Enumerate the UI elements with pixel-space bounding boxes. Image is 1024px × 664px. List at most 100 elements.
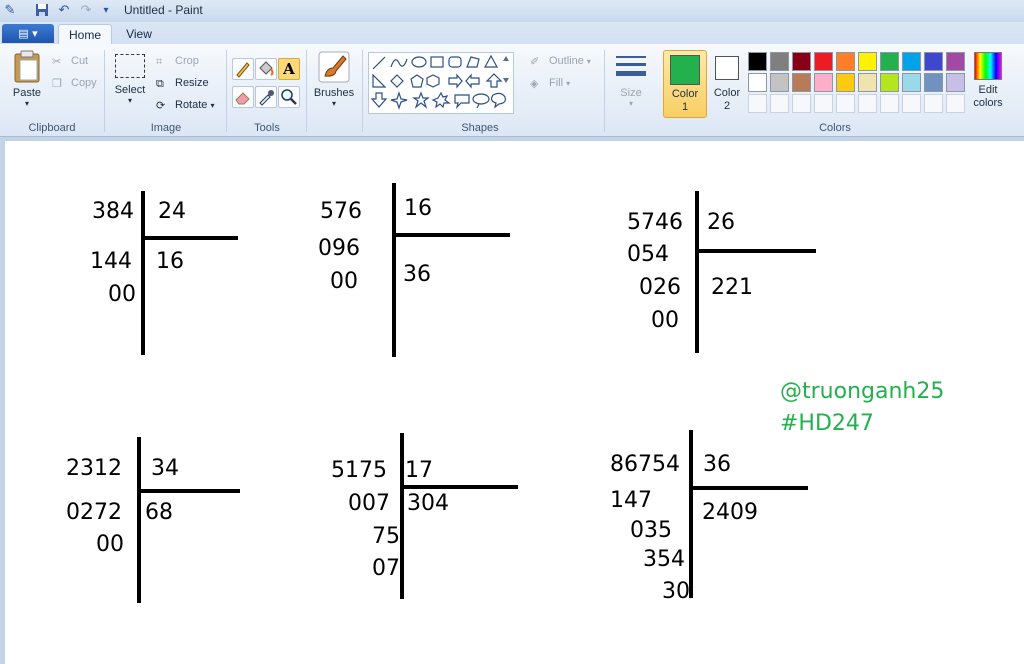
division-bar-horizontal (137, 489, 240, 493)
rotate-label: Rotate (175, 99, 208, 111)
text-tool[interactable]: A (278, 58, 300, 80)
resize-button[interactable]: ⧉ Resize (156, 74, 209, 92)
palette-color-swatch[interactable] (814, 73, 833, 92)
clipboard-group-label: Clipboard (28, 122, 76, 134)
palette-color-swatch[interactable] (792, 73, 811, 92)
tab-home[interactable]: Home (58, 24, 112, 45)
quotient: 221 (711, 275, 753, 300)
rotate-icon: ⟳ (156, 100, 166, 113)
palette-color-swatch[interactable] (858, 52, 877, 71)
ribbon: Paste ▾ ✂ Cut ❐ Copy Clipboard Select ▾ ⌗ C… (0, 44, 1024, 137)
color-picker-tool[interactable] (255, 86, 277, 108)
custom-color-slot[interactable] (902, 94, 921, 113)
crop-button[interactable]: ⌗ Crop (156, 52, 199, 70)
canvas-area: 384 24 144 00 16 576 16 096 00 36 5746 2… (0, 137, 1024, 664)
quotient: 304 (407, 491, 449, 516)
palette-color-swatch[interactable] (814, 52, 833, 71)
magnifier-tool[interactable] (278, 86, 300, 108)
paste-label: Paste (12, 87, 42, 99)
tab-view[interactable]: View (116, 24, 162, 44)
eraser-icon (235, 92, 250, 105)
palette-color-swatch[interactable] (880, 73, 899, 92)
remainder-step: 035 (630, 518, 672, 543)
division-bar-vertical (392, 183, 396, 357)
rotate-button[interactable]: ⟳ Rotate ▾ (156, 96, 215, 114)
remainder-step: 07 (372, 556, 400, 581)
palette-color-swatch[interactable] (902, 52, 921, 71)
palette-color-swatch[interactable] (748, 73, 767, 92)
custom-color-slot[interactable] (814, 94, 833, 113)
palette-color-swatch[interactable] (946, 52, 965, 71)
palette-color-swatch[interactable] (770, 52, 789, 71)
custom-color-slot[interactable] (770, 94, 789, 113)
copy-icon: ❐ (52, 78, 62, 91)
fill-button[interactable]: ◈ Fill ▾ (530, 74, 570, 92)
undo-icon[interactable]: ↶ (56, 3, 72, 19)
custom-color-slot[interactable] (946, 94, 965, 113)
outline-button[interactable]: ✐ Outline ▾ (530, 52, 591, 70)
palette-color-swatch[interactable] (836, 73, 855, 92)
brushes-dropdown-icon: ▾ (331, 99, 336, 108)
cut-button[interactable]: ✂ Cut (52, 52, 88, 70)
color2-button[interactable]: Color 2 (708, 50, 746, 116)
outline-dropdown-icon: ▾ (586, 57, 591, 66)
eraser-tool[interactable] (232, 86, 254, 108)
size-button[interactable]: Size ▾ (610, 50, 652, 114)
division-bar-horizontal (392, 233, 510, 237)
custom-color-slot[interactable] (858, 94, 877, 113)
customize-toolbar-icon[interactable]: ▾ (98, 3, 114, 19)
palette-color-swatch[interactable] (924, 52, 943, 71)
palette-color-swatch[interactable] (946, 73, 965, 92)
divisor: 17 (405, 458, 433, 483)
color1-button[interactable]: Color 1 (663, 50, 707, 118)
fill-tool[interactable] (255, 58, 277, 80)
palette-color-swatch[interactable] (748, 52, 767, 71)
dividend: 5175 (331, 458, 387, 483)
custom-color-slot[interactable] (792, 94, 811, 113)
save-icon[interactable] (34, 3, 50, 19)
eyedropper-icon (259, 90, 274, 106)
image-group: Select ▾ ⌗ Crop ⧉ Resize ⟳ Rotate ▾ Image (106, 44, 226, 136)
edit-colors-button[interactable]: Edit colors (968, 50, 1008, 116)
scissors-icon: ✂ (52, 56, 62, 69)
palette-color-swatch[interactable] (902, 73, 921, 92)
palette-color-swatch[interactable] (880, 52, 899, 71)
shapes-gallery[interactable] (368, 52, 514, 114)
division-bar-vertical (141, 191, 145, 355)
palette-color-swatch[interactable] (792, 52, 811, 71)
custom-color-slot[interactable] (748, 94, 767, 113)
custom-color-slot[interactable] (880, 94, 899, 113)
paste-icon (14, 50, 40, 83)
colors-group: Color 1 Color 2 Edit colors Colors (660, 44, 1024, 136)
copy-button[interactable]: ❐ Copy (52, 74, 97, 92)
paste-button[interactable]: Paste ▾ (6, 50, 48, 114)
custom-color-slot[interactable] (836, 94, 855, 113)
custom-color-slot[interactable] (924, 94, 943, 113)
division-bar-vertical (689, 430, 693, 598)
brushes-button[interactable]: Brushes ▾ (310, 50, 358, 116)
paint-menu-button[interactable]: ▤ ▾ (2, 24, 54, 43)
palette-color-swatch[interactable] (770, 73, 789, 92)
palette-color-swatch[interactable] (924, 73, 943, 92)
pencil-tool[interactable] (232, 58, 254, 80)
shapes-group-label: Shapes (461, 122, 499, 134)
quotient: 68 (145, 500, 173, 525)
paint-menu-icon: ▤ ▾ (18, 27, 38, 40)
remainder-step: 096 (318, 236, 360, 261)
paint-app-icon[interactable]: ✎ (2, 3, 18, 19)
palette-color-swatch[interactable] (836, 52, 855, 71)
remainder-step: 354 (643, 547, 685, 572)
resize-label: Resize (175, 77, 209, 89)
remainder-step: 026 (639, 275, 681, 300)
crop-icon: ⌗ (156, 56, 163, 69)
window-title: Untitled - Paint (124, 3, 203, 17)
drawing-canvas[interactable]: 384 24 144 00 16 576 16 096 00 36 5746 2… (5, 141, 1024, 664)
remainder-step: 00 (651, 308, 679, 333)
outline-label: Outline (549, 55, 584, 67)
select-button[interactable]: Select ▾ (110, 52, 150, 116)
brushes-group: Brushes ▾ (308, 44, 360, 136)
palette-color-swatch[interactable] (858, 73, 877, 92)
select-icon (115, 54, 145, 78)
redo-icon[interactable]: ↷ (78, 3, 94, 19)
remainder-step: 00 (96, 532, 124, 557)
